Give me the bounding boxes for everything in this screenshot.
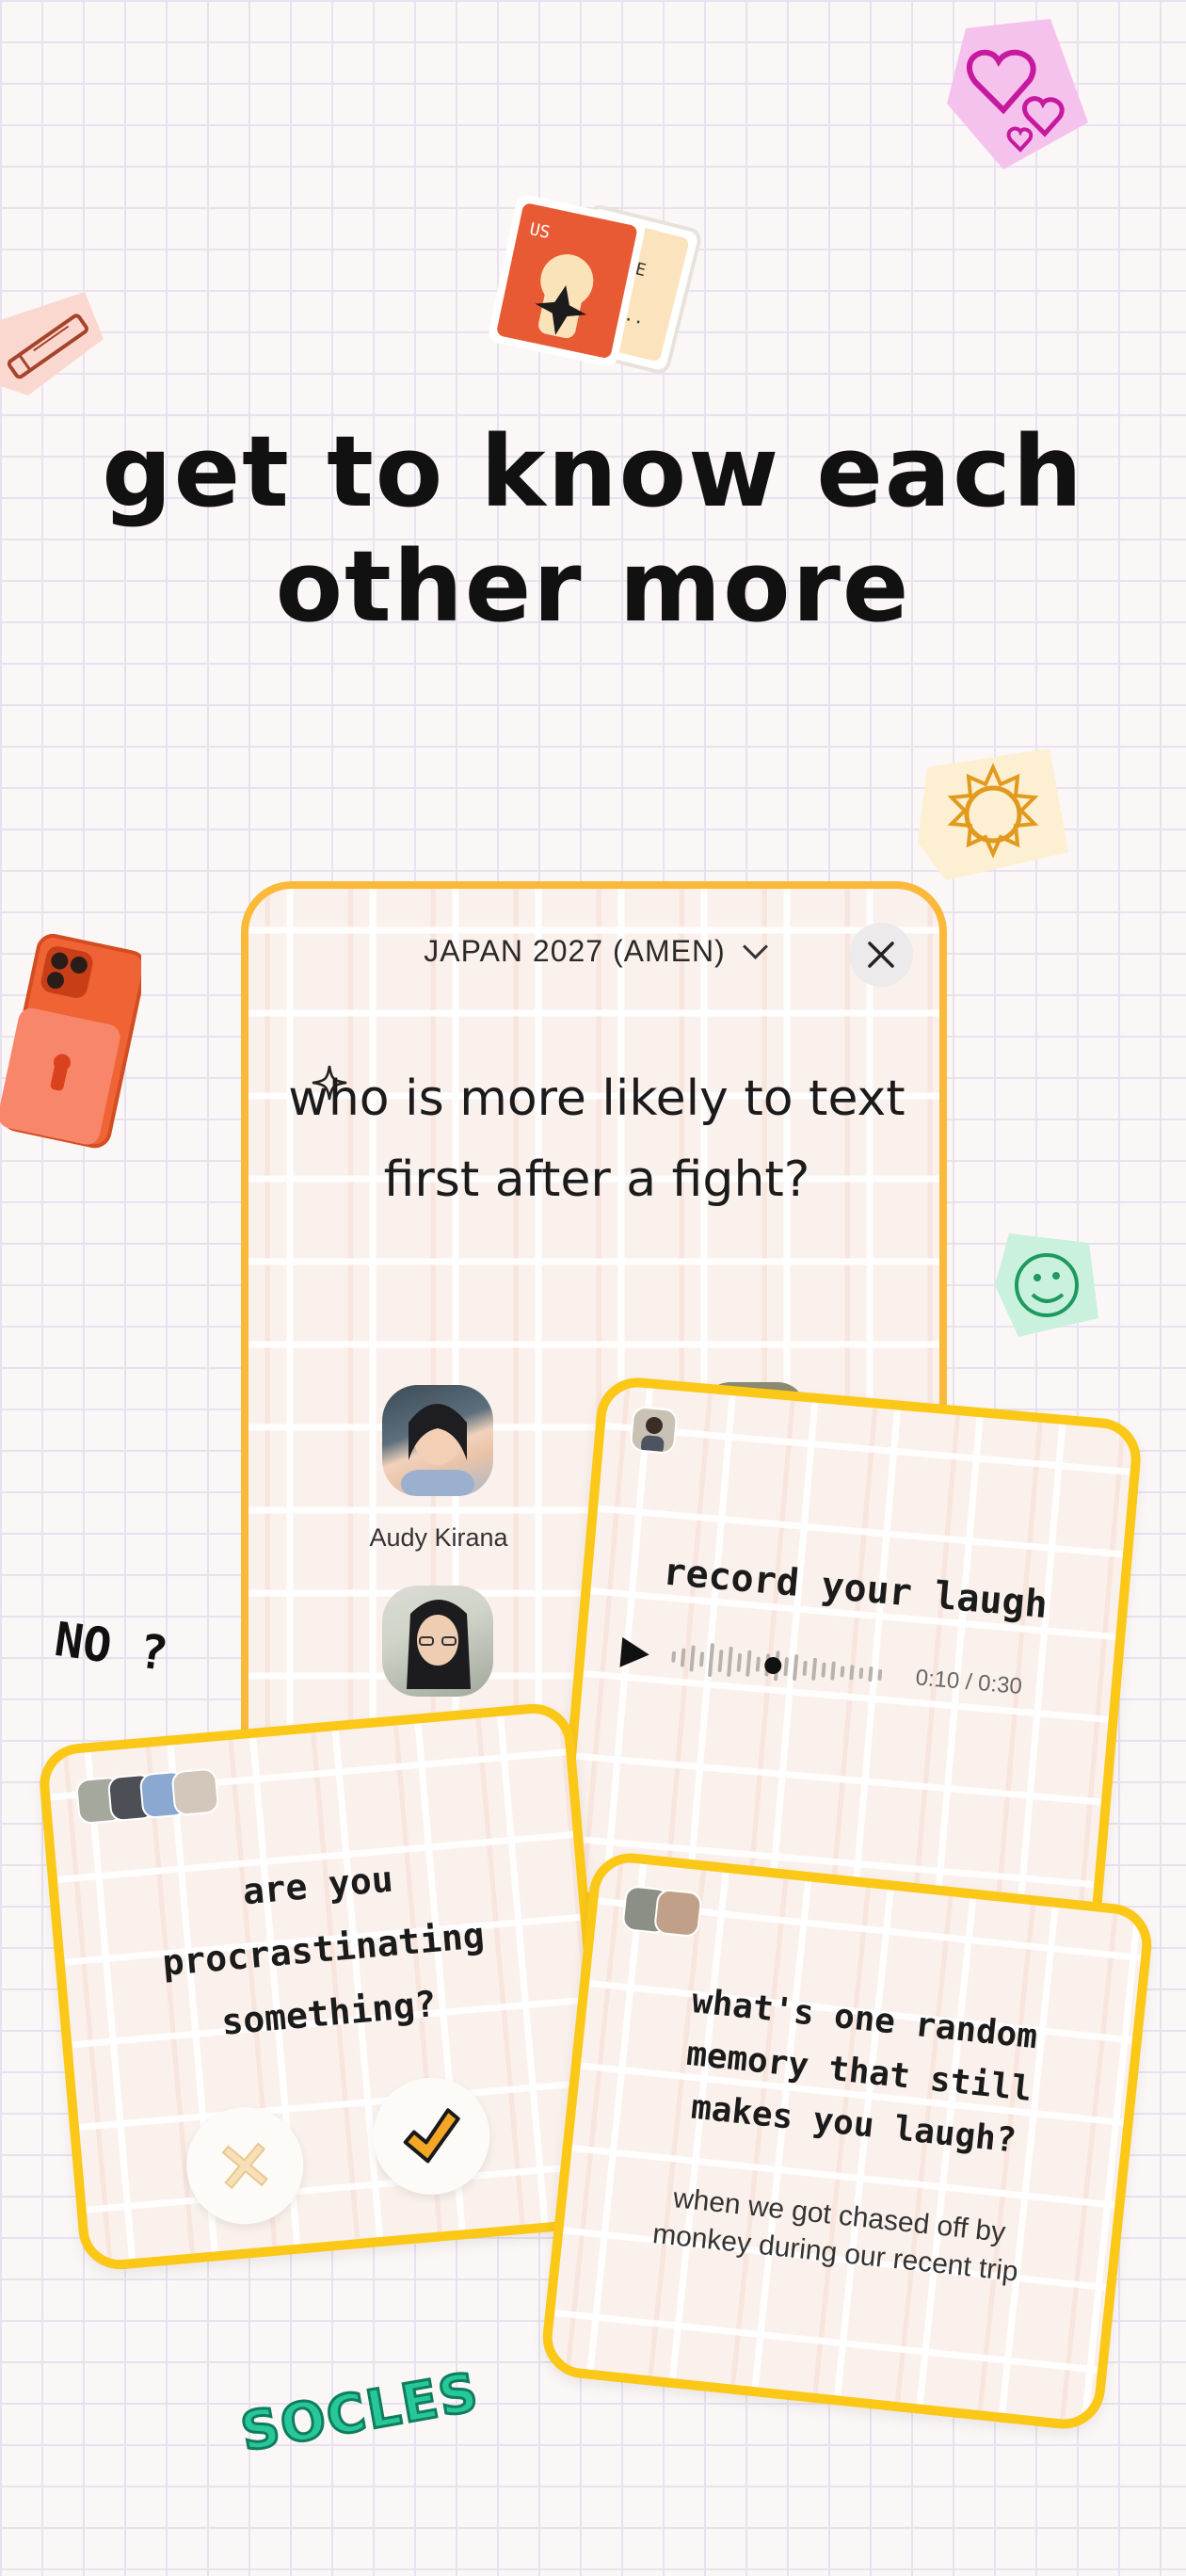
laugh-card-avatar	[629, 1405, 679, 1455]
check-icon	[403, 2108, 460, 2164]
page-headline: get to know each other more	[0, 414, 1186, 644]
avatar-second-person[interactable]	[382, 1586, 493, 1697]
photo-sticker-label: US	[528, 219, 553, 243]
group-avatar-4	[170, 1767, 220, 1817]
play-button[interactable]	[614, 1633, 655, 1677]
yes-button[interactable]	[368, 2072, 495, 2200]
memory-card[interactable]: what's one random memory that still make…	[538, 1849, 1156, 2433]
headline-line-1: get to know each	[102, 414, 1084, 529]
group-name: JAPAN 2027 (AMEN)	[424, 934, 726, 968]
question-text: who is more likely to text first after a…	[288, 1071, 906, 1208]
memory-answer: when we got chased off by monkey during …	[650, 2182, 1020, 2288]
photo-card-sticker: AVE U R... US	[480, 188, 706, 386]
memory-avatar-2	[652, 1888, 703, 1939]
close-icon	[868, 942, 894, 968]
hearts-sticker	[947, 19, 1088, 169]
avatar-audy[interactable]	[382, 1385, 493, 1496]
laugh-prompt: record your laugh	[661, 1550, 1050, 1628]
phone-sticker	[0, 923, 147, 1167]
procrastinate-question: are you procrastinating something?	[160, 1858, 487, 2043]
procrastinate-card[interactable]: are you procrastinating something?	[36, 1700, 617, 2273]
smiley-sticker	[990, 1229, 1103, 1342]
group-selector[interactable]: JAPAN 2027 (AMEN)	[248, 934, 939, 969]
audio-time: 0:10 / 0:30	[914, 1665, 1023, 1700]
x-icon	[221, 2142, 268, 2190]
brand-sticker: SOCLES	[235, 2360, 486, 2465]
sun-sticker	[918, 749, 1068, 880]
no-button[interactable]	[182, 2102, 309, 2230]
headline-line-2: other more	[275, 529, 911, 644]
play-icon	[619, 1636, 649, 1667]
pencil-sticker	[0, 282, 104, 405]
chevron-down-icon	[742, 934, 768, 959]
person-name-audy: Audy Kirana	[369, 1523, 508, 1552]
no-question-sticker: NO ?	[51, 1611, 171, 1682]
close-button[interactable]	[849, 923, 913, 987]
memory-question: what's one random memory that still make…	[684, 1982, 1039, 2161]
waveform	[671, 1643, 883, 1682]
